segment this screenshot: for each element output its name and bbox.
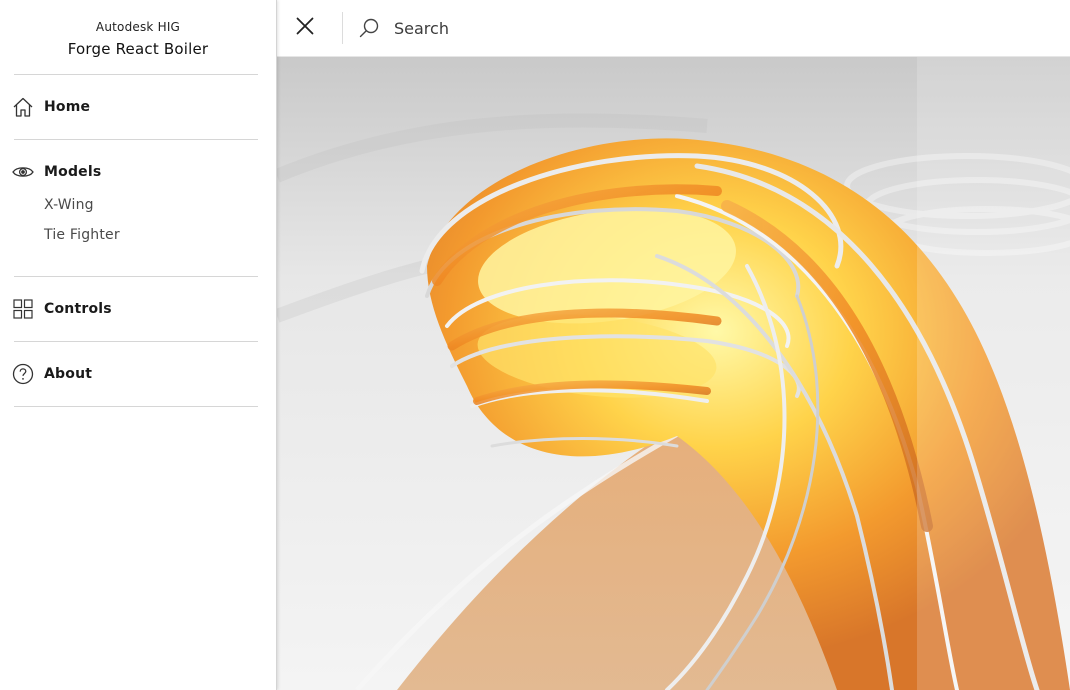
nav-section-controls: Controls — [0, 277, 276, 341]
divider — [14, 406, 258, 407]
brand-header: Autodesk HIG Forge React Boiler — [0, 0, 276, 74]
sidebar-item-about[interactable]: About — [0, 342, 276, 406]
sidebar-item-models[interactable]: Models — [0, 140, 276, 204]
sidebar-item-label: About — [44, 366, 93, 382]
nav-section-home: Home — [0, 75, 276, 139]
hero-image — [277, 56, 1070, 690]
nav-section-models: Models X-Wing Tie Fighter — [0, 140, 276, 276]
home-icon — [12, 96, 34, 118]
search-input[interactable] — [392, 17, 996, 39]
sidebar-item-home[interactable]: Home — [0, 75, 276, 139]
abstract-swirl-illustration — [277, 56, 1070, 690]
eye-icon — [12, 161, 34, 183]
close-icon — [295, 16, 315, 40]
brand-org: Autodesk HIG — [95, 20, 181, 34]
sidebar-subitem-tie-fighter[interactable]: Tie Fighter — [44, 220, 276, 250]
sidebar-item-label: Models — [44, 164, 102, 180]
app-window: Autodesk HIG Forge React Boiler Home Mod… — [0, 0, 1070, 690]
sidebar: Autodesk HIG Forge React Boiler Home Mod… — [0, 0, 277, 690]
sidebar-item-label: Controls — [44, 301, 112, 317]
close-button[interactable] — [277, 0, 333, 56]
top-bar — [277, 0, 1070, 57]
grid-icon — [12, 298, 34, 320]
nav-section-about: About — [0, 342, 276, 406]
app-title: Forge React Boiler — [67, 40, 209, 58]
sidebar-item-controls[interactable]: Controls — [0, 277, 276, 341]
sidebar-item-label: Home — [44, 99, 91, 115]
search-icon — [358, 17, 380, 39]
divider — [342, 12, 343, 44]
help-circle-icon — [12, 363, 34, 385]
